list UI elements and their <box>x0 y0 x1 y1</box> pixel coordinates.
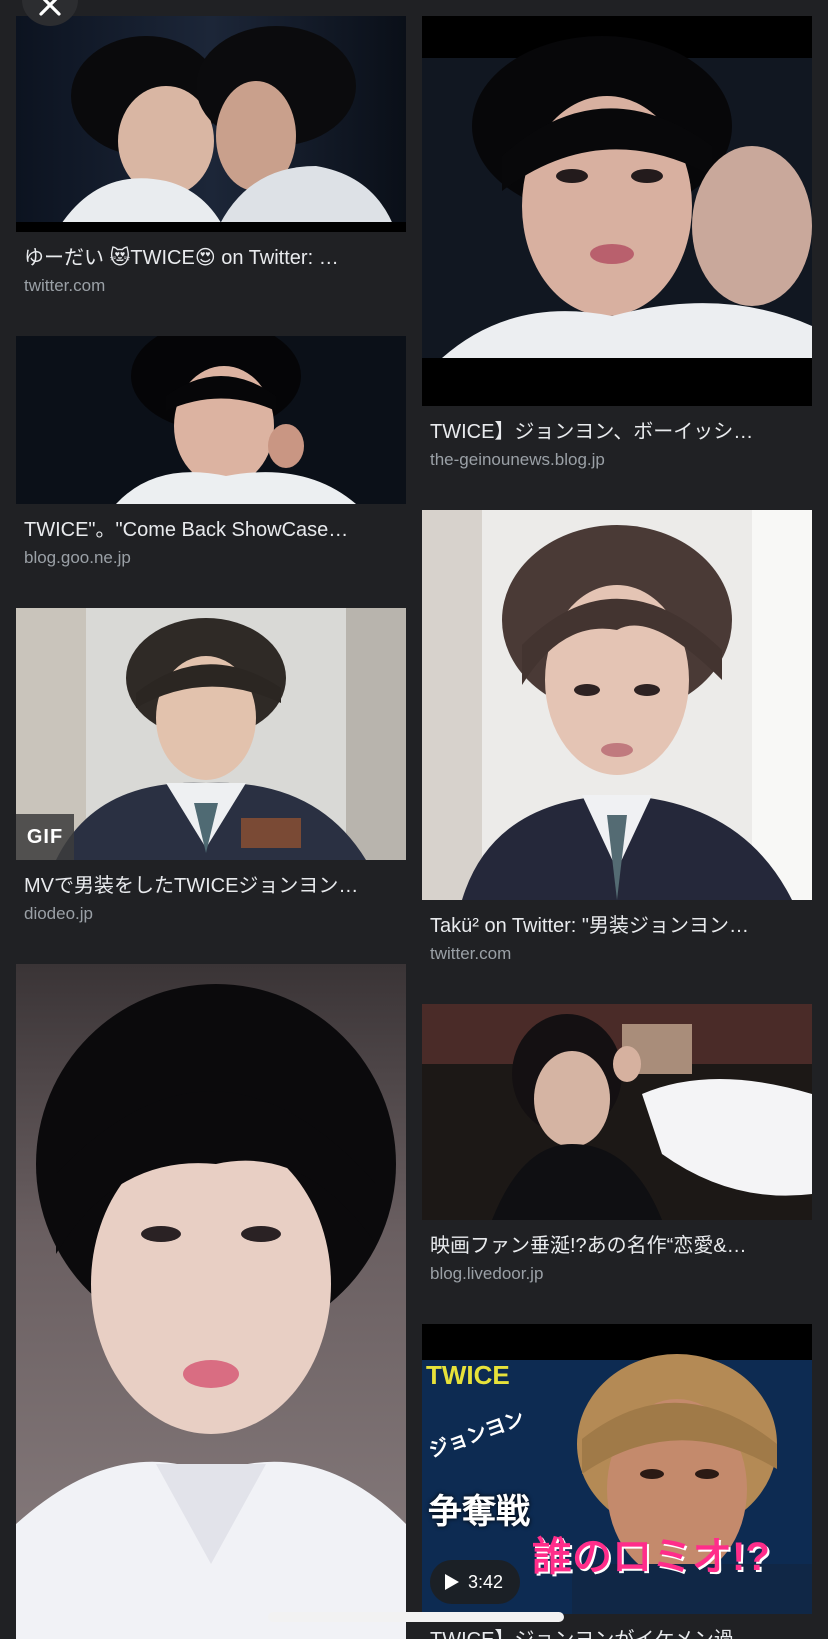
close-icon <box>39 0 61 16</box>
result-caption[interactable]: TWICE】ジョンヨンがイケメン過… <box>430 1627 804 1639</box>
overlay-headline-text: 誰のロミオ!? <box>532 1535 770 1579</box>
result-thumbnail[interactable]: TWICE ジョンヨン 争奪戦 誰のロミオ!? 3:42 <box>422 1324 812 1614</box>
result-card[interactable]: GIF MVで男装をしたTWICEジョンヨン… diodeo.jp <box>16 608 406 925</box>
result-thumbnail[interactable]: GIF <box>16 608 406 860</box>
result-source[interactable]: blog.goo.ne.jp <box>24 547 398 569</box>
thumbnail-image <box>16 16 406 232</box>
result-thumbnail[interactable] <box>422 510 812 900</box>
result-source[interactable]: twitter.com <box>24 275 398 297</box>
result-card[interactable]: Takü² on Twitter: "男装ジョンヨン… twitter.com <box>422 510 812 965</box>
result-caption[interactable]: TWICE"。"Come Back ShowCase… <box>24 517 398 543</box>
result-card[interactable]: ゆーだい 😻TWICE😍 on Twitter: … twitter.com <box>16 16 406 297</box>
result-thumbnail[interactable] <box>422 1004 812 1220</box>
result-caption[interactable]: 映画ファン垂涎!?あの名作“恋愛&… <box>430 1233 804 1259</box>
gif-badge: GIF <box>16 814 74 860</box>
home-indicator[interactable] <box>268 1612 564 1622</box>
result-source[interactable]: blog.livedoor.jp <box>430 1263 804 1285</box>
result-thumbnail[interactable] <box>16 336 406 504</box>
result-source[interactable]: the-geinounews.blog.jp <box>430 449 804 471</box>
result-thumbnail[interactable] <box>16 964 406 1639</box>
result-card[interactable]: TWICE】ジョンヨン、ボーイッシ… the-geinounews.blog.j… <box>422 16 812 471</box>
result-card[interactable]: TWICE ジョンヨン 争奪戦 誰のロミオ!? 3:42 TWICE】ジョンヨン… <box>422 1324 812 1639</box>
result-thumbnail[interactable] <box>16 16 406 232</box>
thumbnail-image <box>16 336 406 504</box>
overlay-brand-text: TWICE <box>426 1360 510 1390</box>
result-caption[interactable]: TWICE】ジョンヨン、ボーイッシ… <box>430 419 804 445</box>
result-caption[interactable]: MVで男装をしたTWICEジョンヨン… <box>24 873 398 899</box>
result-source[interactable]: diodeo.jp <box>24 903 398 925</box>
result-caption[interactable]: ゆーだい 😻TWICE😍 on Twitter: … <box>24 245 398 271</box>
video-duration-badge: 3:42 <box>430 1560 520 1604</box>
result-card[interactable] <box>16 964 406 1639</box>
result-caption[interactable]: Takü² on Twitter: "男装ジョンヨン… <box>430 913 804 939</box>
thumbnail-image <box>422 510 812 900</box>
result-card[interactable]: 映画ファン垂涎!?あの名作“恋愛&… blog.livedoor.jp <box>422 1004 812 1285</box>
overlay-battle-text: 争奪戦 <box>428 1493 530 1531</box>
result-thumbnail[interactable] <box>422 16 812 406</box>
thumbnail-image <box>16 964 406 1639</box>
play-icon <box>445 1574 459 1590</box>
thumbnail-image <box>422 1004 812 1220</box>
result-card[interactable]: TWICE"。"Come Back ShowCase… blog.goo.ne.… <box>16 336 406 569</box>
thumbnail-image <box>422 16 812 406</box>
thumbnail-image <box>16 608 406 860</box>
video-duration: 3:42 <box>468 1571 504 1592</box>
image-search-results-page: ゆーだい 😻TWICE😍 on Twitter: … twitter.com T… <box>0 0 828 1639</box>
result-source[interactable]: twitter.com <box>430 943 804 965</box>
